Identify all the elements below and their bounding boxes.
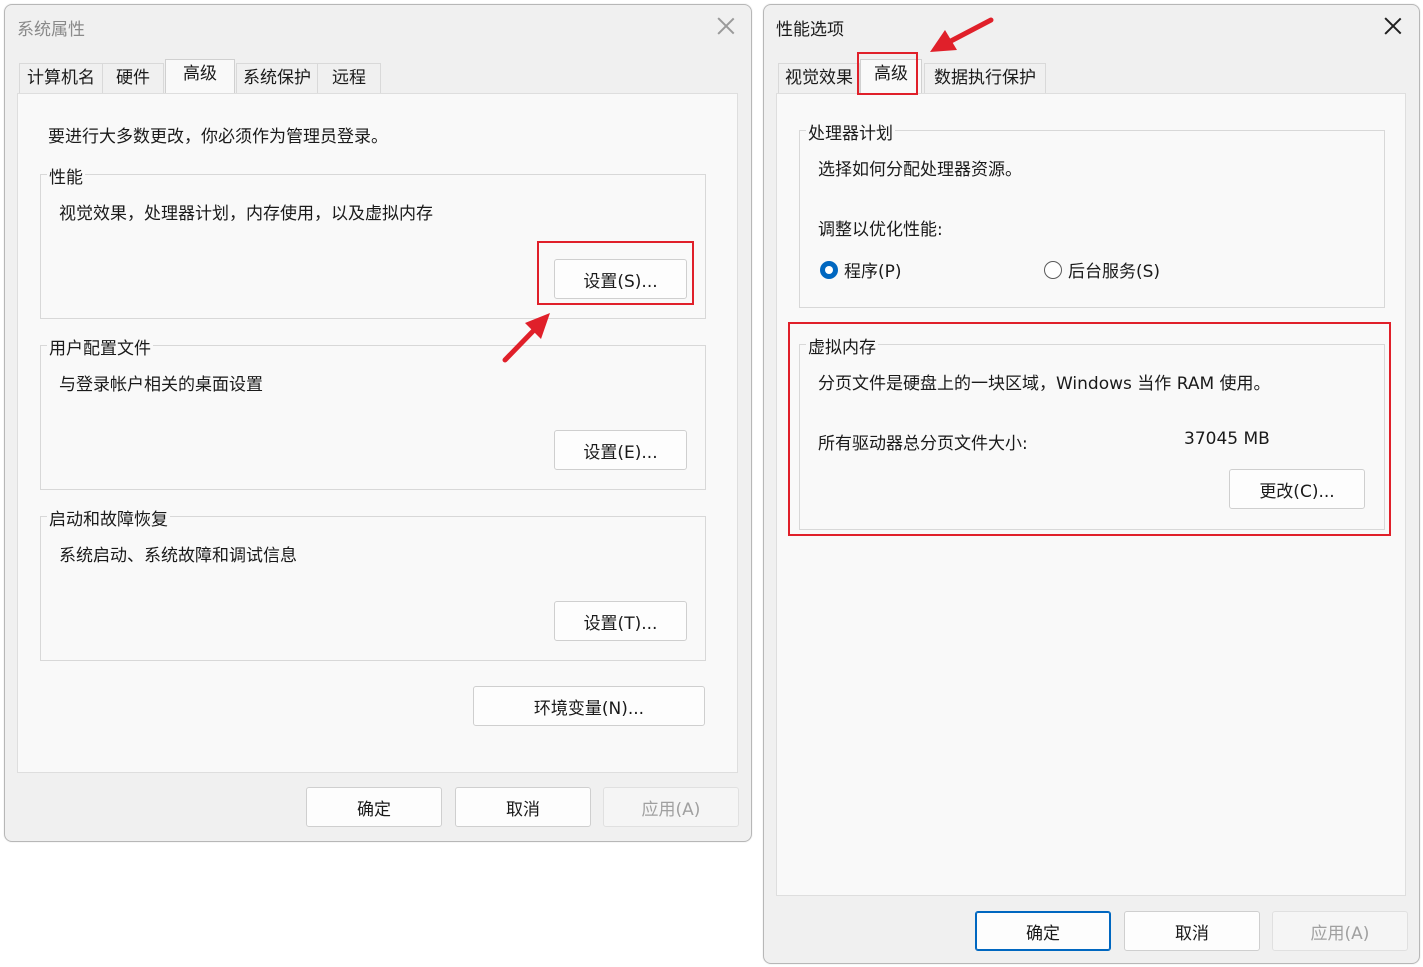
tab-label: 高级	[183, 64, 217, 84]
tab-remote[interactable]: 远程	[317, 63, 381, 93]
startup-recovery-settings-button[interactable]: 设置(T)...	[554, 601, 687, 641]
processor-scheduling-label: 处理器计划	[806, 119, 895, 144]
radio-programs-label[interactable]: 程序(P)	[844, 257, 902, 282]
tab-label: 远程	[332, 68, 366, 88]
annotation-arrow-icon	[930, 17, 994, 52]
processor-description: 选择如何分配处理器资源。	[818, 160, 1022, 180]
window-title: 系统属性	[17, 20, 85, 40]
tab-hardware[interactable]: 硬件	[102, 63, 164, 93]
close-icon[interactable]	[1384, 17, 1402, 35]
tab-label: 硬件	[116, 68, 150, 88]
tab-label: 系统保护	[243, 68, 311, 88]
tab-advanced[interactable]: 高级	[165, 59, 235, 95]
radio-programs[interactable]	[820, 261, 838, 279]
advanced-panel: 要进行大多数更改，你必须作为管理员登录。 性能 视觉效果，处理器计划，内存使用，…	[17, 93, 738, 773]
startup-recovery-group: 启动和故障恢复 系统启动、系统故障和调试信息 设置(T)...	[40, 505, 706, 661]
apply-button[interactable]: 应用(A)	[1272, 911, 1408, 951]
highlight-box-advanced-tab	[857, 52, 918, 95]
tab-visual-effects[interactable]: 视觉效果	[778, 63, 860, 93]
highlight-box-virtual-memory	[788, 322, 1391, 536]
radio-background-services-label[interactable]: 后台服务(S)	[1068, 257, 1160, 282]
performance-label: 性能	[47, 163, 85, 188]
tab-data-execution-prevention[interactable]: 数据执行保护	[924, 63, 1046, 93]
cancel-button[interactable]: 取消	[455, 787, 591, 827]
ok-button[interactable]: 确定	[975, 911, 1111, 951]
startup-recovery-label: 启动和故障恢复	[47, 505, 170, 530]
user-profiles-group: 用户配置文件 与登录帐户相关的桌面设置 设置(E)...	[40, 334, 706, 490]
annotation-arrow-icon	[502, 313, 550, 363]
user-profiles-settings-button[interactable]: 设置(E)...	[554, 430, 687, 470]
environment-variables-button[interactable]: 环境变量(N)...	[473, 686, 705, 726]
close-icon[interactable]	[717, 17, 735, 35]
ok-button[interactable]: 确定	[306, 787, 442, 827]
window-title: 性能选项	[776, 20, 844, 40]
user-profiles-label: 用户配置文件	[47, 334, 153, 359]
system-properties-dialog: 系统属性 计算机名 硬件 高级 系统保护 远程 要进行大多数更改，你必须作为管理…	[4, 4, 752, 842]
performance-description: 视觉效果，处理器计划，内存使用，以及虚拟内存	[59, 204, 433, 224]
admin-note: 要进行大多数更改，你必须作为管理员登录。	[48, 127, 388, 147]
user-profiles-description: 与登录帐户相关的桌面设置	[59, 375, 263, 395]
optimize-label: 调整以优化性能:	[818, 220, 943, 240]
tab-computer-name[interactable]: 计算机名	[19, 63, 103, 93]
startup-recovery-description: 系统启动、系统故障和调试信息	[59, 546, 297, 566]
tab-system-protection[interactable]: 系统保护	[236, 63, 318, 93]
tab-label: 视觉效果	[785, 68, 853, 88]
apply-button[interactable]: 应用(A)	[603, 787, 739, 827]
radio-background-services[interactable]	[1044, 261, 1062, 279]
highlight-box-performance-settings	[537, 241, 694, 305]
tab-label: 数据执行保护	[934, 68, 1036, 88]
cancel-button[interactable]: 取消	[1124, 911, 1260, 951]
tab-label: 计算机名	[27, 68, 95, 88]
processor-scheduling-group: 处理器计划 选择如何分配处理器资源。 调整以优化性能: 程序(P) 后台服务(S…	[799, 119, 1385, 308]
